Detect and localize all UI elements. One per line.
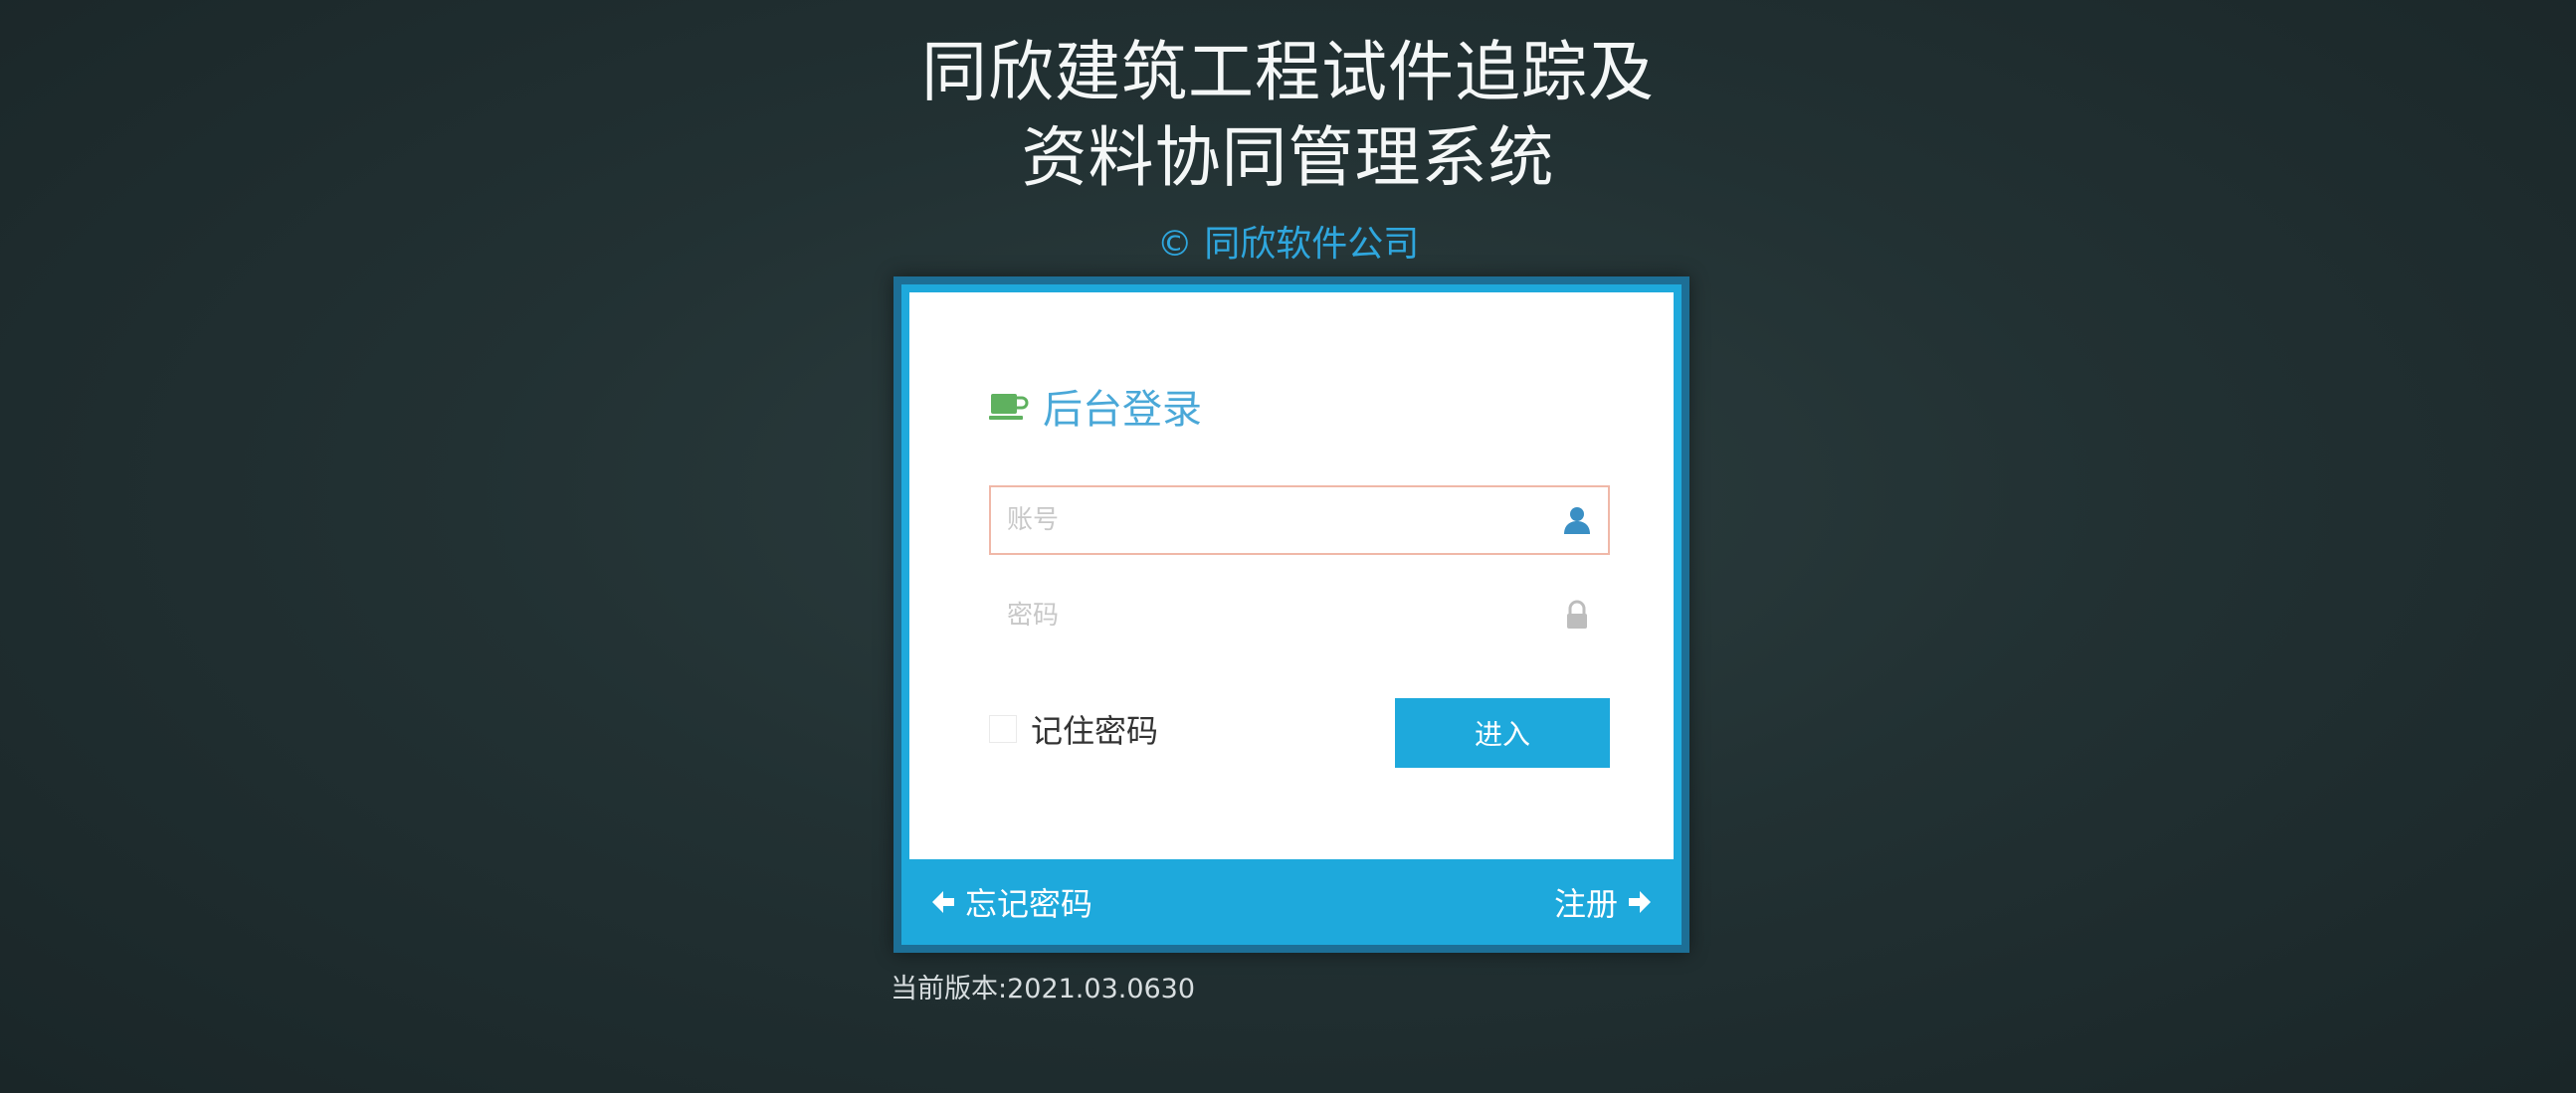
arrow-left-icon <box>932 891 954 913</box>
forgot-password-label: 忘记密码 <box>965 885 1093 923</box>
app-title-line-2: 资料协同管理系统 <box>1021 119 1555 196</box>
register-label: 注册 <box>1553 885 1618 923</box>
login-toolbar: 忘记密码 注册 <box>909 859 1674 945</box>
username-input[interactable] <box>991 505 1560 535</box>
password-field[interactable] <box>989 581 1610 650</box>
remember-checkbox[interactable] <box>989 715 1017 743</box>
coffee-cup-icon <box>989 394 1029 420</box>
username-field[interactable] <box>989 485 1610 555</box>
copyright-text: © 同欣软件公司 <box>1156 224 1420 265</box>
forgot-password-link[interactable]: 忘记密码 <box>909 879 1112 925</box>
remember-label: 记住密码 <box>1031 712 1159 750</box>
user-icon <box>1564 507 1590 534</box>
lock-icon <box>1567 600 1587 629</box>
page-header: 同欣建筑工程试件追踪及 资料协同管理系统 © 同欣软件公司 <box>0 30 2576 267</box>
login-heading-label: 后台登录 <box>1043 387 1202 433</box>
login-heading: 后台登录 <box>989 377 1202 435</box>
login-submit-button[interactable]: 进入 <box>1395 698 1610 768</box>
login-box: 后台登录 记住密码 进入 忘记密码 <box>893 276 1689 953</box>
login-form: 后台登录 记住密码 进入 <box>909 292 1674 859</box>
app-title-line-1: 同欣建筑工程试件追踪及 <box>921 34 1655 110</box>
register-link[interactable]: 注册 <box>1534 879 1674 925</box>
arrow-right-icon <box>1629 891 1651 913</box>
remember-password[interactable]: 记住密码 <box>989 706 1158 752</box>
password-input[interactable] <box>991 601 1560 631</box>
version-text: 当前版本:2021.03.0630 <box>891 974 1196 1004</box>
